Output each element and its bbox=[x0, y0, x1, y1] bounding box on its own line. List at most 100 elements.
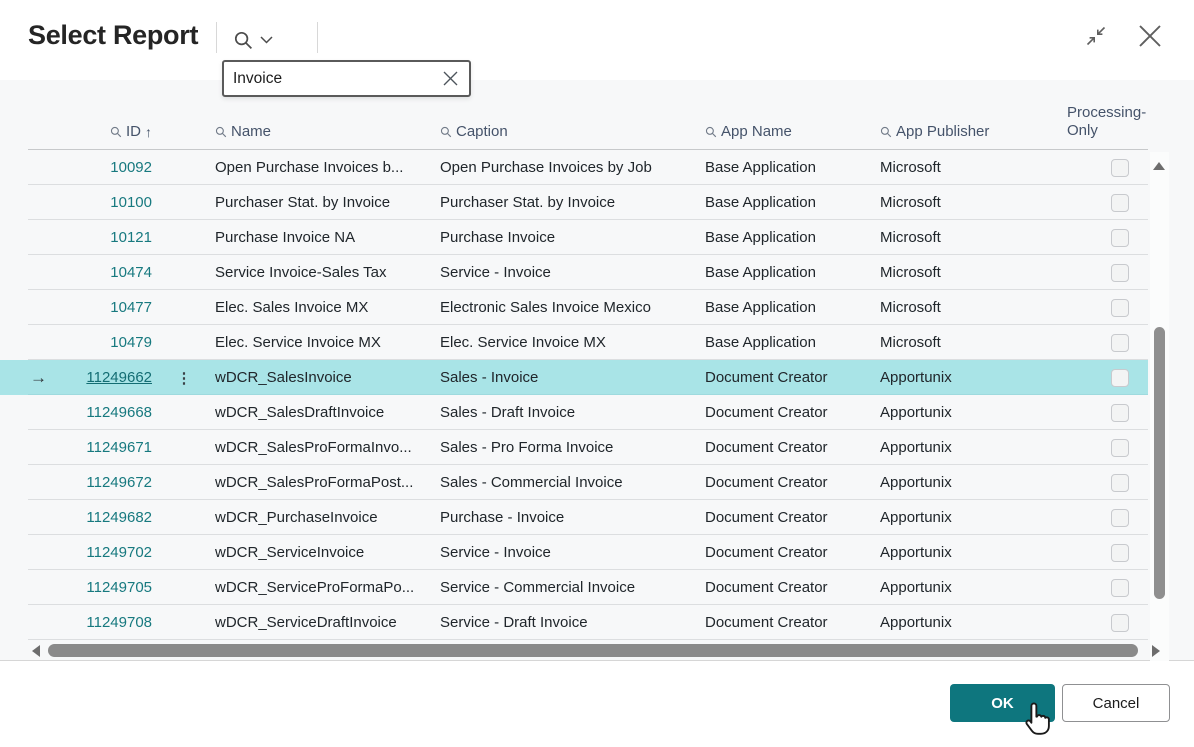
scroll-right-icon[interactable] bbox=[1152, 645, 1160, 657]
processing-only-checkbox[interactable] bbox=[1111, 229, 1129, 247]
report-name-cell: wDCR_ServiceDraftInvoice bbox=[204, 614, 431, 631]
table-row[interactable]: → 10474 ⋮ Service Invoice-Sales Tax Serv… bbox=[0, 255, 1148, 290]
processing-only-checkbox[interactable] bbox=[1111, 439, 1129, 457]
report-name-cell: wDCR_SalesProFormaInvo... bbox=[204, 439, 431, 456]
column-header-app-name[interactable]: App Name bbox=[696, 123, 871, 150]
table-row[interactable]: → 11249668 ⋮ wDCR_SalesDraftInvoice Sale… bbox=[0, 395, 1148, 430]
search-input[interactable] bbox=[233, 70, 440, 88]
search-icon bbox=[880, 126, 892, 138]
table-row[interactable]: → 11249671 ⋮ wDCR_SalesProFormaInvo... S… bbox=[0, 430, 1148, 465]
report-id-link[interactable]: 10121 bbox=[110, 229, 152, 246]
cancel-button[interactable]: Cancel bbox=[1062, 684, 1170, 722]
table-row[interactable]: → 10477 ⋮ Elec. Sales Invoice MX Electro… bbox=[0, 290, 1148, 325]
column-header-name[interactable]: Name bbox=[204, 123, 431, 150]
app-name-cell: Base Application bbox=[696, 299, 871, 316]
table-row[interactable]: → 11249702 ⋮ wDCR_ServiceInvoice Service… bbox=[0, 535, 1148, 570]
report-id-link[interactable]: 10100 bbox=[110, 194, 152, 211]
report-id-link[interactable]: 10479 bbox=[110, 334, 152, 351]
scroll-up-icon[interactable] bbox=[1153, 162, 1165, 170]
search-icon bbox=[233, 30, 254, 51]
app-name-cell: Base Application bbox=[696, 194, 871, 211]
app-name-cell: Document Creator bbox=[696, 439, 871, 456]
report-id-link[interactable]: 11249682 bbox=[86, 509, 152, 526]
app-publisher-cell: Apportunix bbox=[871, 369, 1051, 386]
clear-search-icon[interactable] bbox=[440, 69, 460, 89]
processing-only-checkbox[interactable] bbox=[1111, 159, 1129, 177]
column-header-id[interactable]: ID ↑ bbox=[56, 123, 164, 150]
report-id-link[interactable]: 11249668 bbox=[86, 404, 152, 421]
report-id-link[interactable]: 10477 bbox=[110, 299, 152, 316]
app-name-cell: Base Application bbox=[696, 264, 871, 281]
table-row[interactable]: → 10121 ⋮ Purchase Invoice NA Purchase I… bbox=[0, 220, 1148, 255]
table-row[interactable]: → 10092 ⋮ Open Purchase Invoices b... Op… bbox=[0, 150, 1148, 185]
report-id-link[interactable]: 10474 bbox=[110, 264, 152, 281]
app-publisher-cell: Apportunix bbox=[871, 544, 1051, 561]
report-caption-cell: Sales - Pro Forma Invoice bbox=[431, 439, 696, 456]
report-name-cell: Service Invoice-Sales Tax bbox=[204, 264, 431, 281]
report-caption-cell: Open Purchase Invoices by Job bbox=[431, 159, 696, 176]
table-row[interactable]: → 11249708 ⋮ wDCR_ServiceDraftInvoice Se… bbox=[0, 605, 1148, 640]
horizontal-scrollbar-thumb[interactable] bbox=[48, 644, 1138, 657]
app-publisher-cell: Microsoft bbox=[871, 264, 1051, 281]
processing-only-checkbox[interactable] bbox=[1111, 544, 1129, 562]
search-icon bbox=[705, 126, 717, 138]
app-publisher-cell: Microsoft bbox=[871, 334, 1051, 351]
vertical-scrollbar-thumb[interactable] bbox=[1154, 327, 1165, 599]
scroll-left-icon[interactable] bbox=[32, 645, 40, 657]
app-publisher-cell: Microsoft bbox=[871, 229, 1051, 246]
column-header-caption[interactable]: Caption bbox=[431, 123, 696, 150]
processing-only-checkbox[interactable] bbox=[1111, 404, 1129, 422]
collapse-dialog-button[interactable] bbox=[1082, 22, 1110, 50]
app-publisher-cell: Microsoft bbox=[871, 159, 1051, 176]
report-caption-cell: Purchase Invoice bbox=[431, 229, 696, 246]
report-table: ID ↑ Name Caption bbox=[0, 80, 1194, 661]
processing-only-checkbox[interactable] bbox=[1111, 369, 1129, 387]
processing-only-checkbox[interactable] bbox=[1111, 509, 1129, 527]
processing-only-checkbox[interactable] bbox=[1111, 334, 1129, 352]
column-header-app-publisher[interactable]: App Publisher bbox=[871, 123, 1051, 150]
report-id-link[interactable]: 11249671 bbox=[86, 439, 152, 456]
app-name-cell: Document Creator bbox=[696, 544, 871, 561]
table-row[interactable]: → 11249682 ⋮ wDCR_PurchaseInvoice Purcha… bbox=[0, 500, 1148, 535]
horizontal-scrollbar[interactable] bbox=[28, 643, 1168, 659]
table-row[interactable]: → 11249662 ⋮ wDCR_SalesInvoice Sales - I… bbox=[0, 360, 1148, 395]
report-name-cell: wDCR_ServiceProFormaPo... bbox=[204, 579, 431, 596]
vertical-scrollbar[interactable] bbox=[1150, 152, 1169, 718]
search-toggle-button[interactable] bbox=[233, 25, 295, 55]
table-body: → 10092 ⋮ Open Purchase Invoices b... Op… bbox=[0, 150, 1148, 640]
processing-only-checkbox[interactable] bbox=[1111, 614, 1129, 632]
processing-only-checkbox[interactable] bbox=[1111, 474, 1129, 492]
processing-only-checkbox[interactable] bbox=[1111, 579, 1129, 597]
processing-only-checkbox[interactable] bbox=[1111, 299, 1129, 317]
table-row[interactable]: → 11249705 ⋮ wDCR_ServiceProFormaPo... S… bbox=[0, 570, 1148, 605]
report-id-link[interactable]: 10092 bbox=[110, 159, 152, 176]
app-publisher-cell: Apportunix bbox=[871, 404, 1051, 421]
processing-only-checkbox[interactable] bbox=[1111, 194, 1129, 212]
report-name-cell: wDCR_SalesInvoice bbox=[204, 369, 431, 386]
row-menu-icon[interactable]: ⋮ bbox=[177, 370, 192, 387]
ok-button[interactable]: OK bbox=[950, 684, 1055, 722]
app-name-cell: Document Creator bbox=[696, 614, 871, 631]
search-popup bbox=[222, 60, 471, 97]
report-id-link[interactable]: 11249672 bbox=[86, 474, 152, 491]
report-id-link[interactable]: 11249705 bbox=[86, 579, 152, 596]
sort-ascending-icon: ↑ bbox=[145, 124, 152, 140]
report-caption-cell: Electronic Sales Invoice Mexico bbox=[431, 299, 696, 316]
search-icon bbox=[215, 126, 227, 138]
app-publisher-cell: Microsoft bbox=[871, 299, 1051, 316]
table-row[interactable]: → 11249672 ⋮ wDCR_SalesProFormaPost... S… bbox=[0, 465, 1148, 500]
report-id-link[interactable]: 11249662 bbox=[86, 369, 152, 386]
report-caption-cell: Sales - Invoice bbox=[431, 369, 696, 386]
report-caption-cell: Sales - Draft Invoice bbox=[431, 404, 696, 421]
dialog-footer: OK Cancel bbox=[0, 661, 1194, 747]
report-id-link[interactable]: 11249708 bbox=[86, 614, 152, 631]
dialog-titlebar: Select Report bbox=[0, 0, 1194, 80]
report-caption-cell: Purchaser Stat. by Invoice bbox=[431, 194, 696, 211]
app-name-cell: Document Creator bbox=[696, 369, 871, 386]
processing-only-checkbox[interactable] bbox=[1111, 264, 1129, 282]
table-row[interactable]: → 10100 ⋮ Purchaser Stat. by Invoice Pur… bbox=[0, 185, 1148, 220]
table-row[interactable]: → 10479 ⋮ Elec. Service Invoice MX Elec.… bbox=[0, 325, 1148, 360]
close-icon[interactable] bbox=[1136, 22, 1164, 50]
report-caption-cell: Sales - Commercial Invoice bbox=[431, 474, 696, 491]
report-id-link[interactable]: 11249702 bbox=[86, 544, 152, 561]
